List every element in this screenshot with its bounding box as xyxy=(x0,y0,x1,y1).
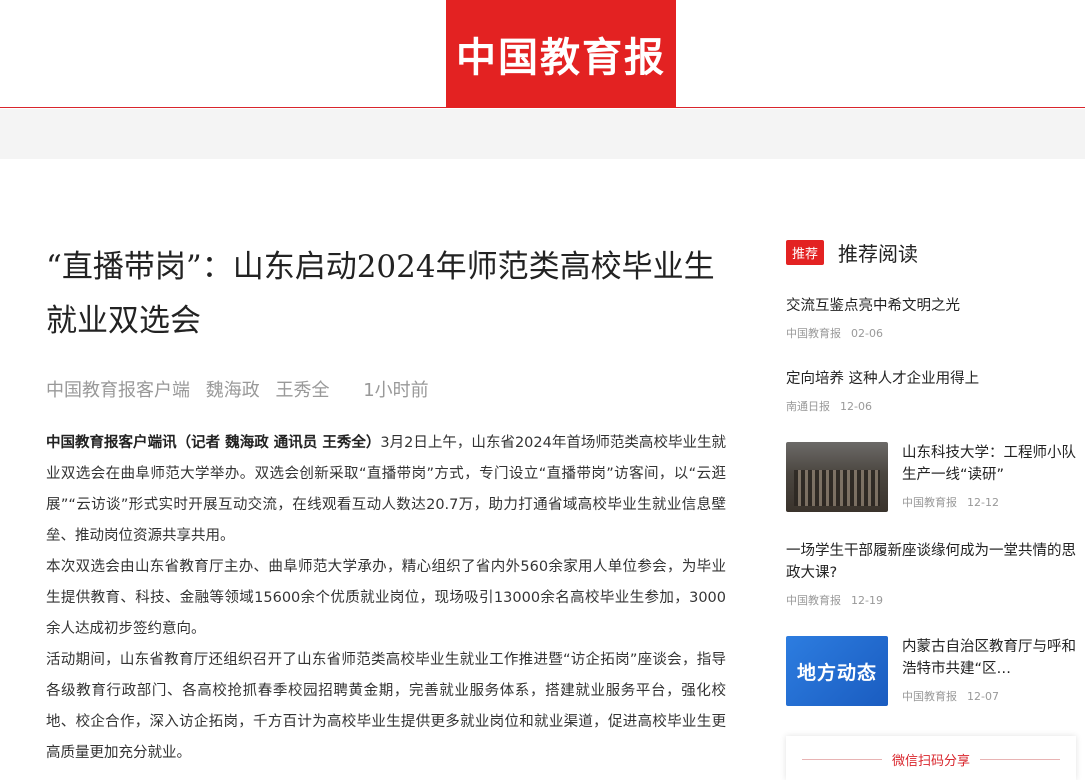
article-meta: 中国教育报客户端 魏海政 王秀全 1小时前 xyxy=(46,376,726,402)
recommend-item-meta: 中国教育报 12-07 xyxy=(902,690,999,703)
recommend-item-title[interactable]: 内蒙古自治区教育厅与呼和浩特市共建“区… xyxy=(902,636,1076,680)
nav-band xyxy=(0,109,1085,159)
local-news-thumbnail[interactable]: 地方动态 xyxy=(786,636,888,706)
recommend-item-title[interactable]: 一场学生干部履新座谈缘何成为一堂共情的思政大课? xyxy=(786,540,1076,584)
article-paragraph: 本次双选会由山东省教育厅主办、曲阜师范大学承办，精心组织了省内外560余家用人单… xyxy=(46,559,726,637)
recommend-item[interactable]: 交流互鉴点亮中希文明之光 中国教育报 02-06 xyxy=(786,295,1076,341)
recommend-badge: 推荐 xyxy=(786,239,825,265)
recommend-item[interactable]: 山东科技大学：工程师小队生产一线“读研” 中国教育报 12-12 xyxy=(786,442,1076,512)
recommend-item-meta: 南通日报 12-06 xyxy=(786,400,872,413)
recommend-item-meta: 中国教育报 12-19 xyxy=(786,594,883,607)
recommend-sidebar: 推荐 推荐阅读 交流互鉴点亮中希文明之光 中国教育报 02-06 定向培养 这种人… xyxy=(786,238,1076,706)
recommend-header: 推荐 推荐阅读 xyxy=(786,238,1076,266)
article-author: 魏海政 xyxy=(205,380,260,401)
recommend-item-title[interactable]: 山东科技大学：工程师小队生产一线“读研” xyxy=(902,442,1076,486)
recommend-item[interactable]: 一场学生干部履新座谈缘何成为一堂共情的思政大课? 中国教育报 12-19 xyxy=(786,540,1076,608)
recommend-heading: 推荐阅读 xyxy=(838,241,919,266)
article-lead: 中国教育报客户端讯（记者 魏海政 通讯员 王秀全） xyxy=(46,435,381,451)
recommend-item[interactable]: 地方动态 内蒙古自治区教育厅与呼和浩特市共建“区… 中国教育报 12-07 xyxy=(786,636,1076,706)
logo-text: 中国教育报 xyxy=(456,34,666,81)
top-header: 中国教育报 xyxy=(0,0,1085,108)
article: “直播带岗”：山东启动2024年师范类高校毕业生就业双选会 中国教育报客户端 魏… xyxy=(46,240,726,769)
article-title: “直播带岗”：山东启动2024年师范类高校毕业生就业双选会 xyxy=(46,249,715,339)
recommend-item[interactable]: 定向培养 这种人才企业用得上 南通日报 12-06 xyxy=(786,368,1076,414)
divider xyxy=(980,759,1060,760)
article-paragraph: 活动期间，山东省教育厅还组织召开了山东省师范类高校毕业生就业工作推进暨“访企拓岗… xyxy=(46,652,726,761)
recommend-item-title[interactable]: 定向培养 这种人才企业用得上 xyxy=(786,368,1076,390)
article-body: 中国教育报客户端讯（记者 魏海政 通讯员 王秀全）3月2日上午，山东省2024年… xyxy=(46,428,726,769)
recommend-item-title[interactable]: 交流互鉴点亮中希文明之光 xyxy=(786,295,1076,317)
article-source: 中国教育报客户端 xyxy=(46,380,190,401)
article-author: 王秀全 xyxy=(275,380,330,401)
article-paragraph: 中国教育报客户端讯（记者 魏海政 通讯员 王秀全）3月2日上午，山东省2024年… xyxy=(46,435,726,544)
recommend-item-meta: 中国教育报 12-12 xyxy=(902,496,999,509)
article-time: 1小时前 xyxy=(363,380,429,401)
recommend-item-meta: 中国教育报 02-06 xyxy=(786,327,883,340)
wechat-share-panel[interactable]: 微信扫码分享 xyxy=(786,736,1076,780)
classroom-photo-thumbnail[interactable] xyxy=(786,442,888,512)
site-logo[interactable]: 中国教育报 xyxy=(446,0,676,108)
thumbnail-text: 地方动态 xyxy=(796,661,877,684)
